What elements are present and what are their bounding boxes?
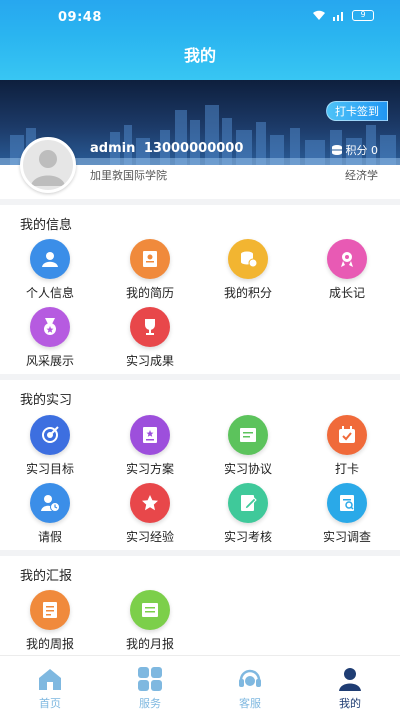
page-title: 我的 (0, 34, 400, 80)
tab-label: 首页 (39, 697, 61, 710)
signal-icon (333, 12, 343, 21)
grid-label: 风采展示 (25, 354, 74, 368)
checkin-button[interactable]: 打卡签到 (326, 101, 388, 121)
grid-item-internship-assessment[interactable]: 实习考核 (208, 483, 288, 547)
grid-label: 打卡 (334, 462, 359, 476)
medal-icon (30, 307, 70, 347)
leave-icon (30, 483, 70, 523)
weekly-report-icon (30, 590, 70, 630)
grid-item-monthly-report[interactable]: 我的月报 (110, 590, 190, 654)
grid-item-internship-survey[interactable]: 实习调查 (307, 483, 387, 547)
default-avatar-icon (31, 150, 65, 186)
grid-item-internship-plan[interactable]: 实习方案 (110, 415, 190, 479)
grid-label: 请假 (37, 530, 62, 544)
grid-label: 实习经验 (125, 530, 174, 544)
grid-item-points[interactable]: 我的积分 (208, 239, 288, 303)
grid-label: 我的周报 (25, 637, 74, 651)
grid-label: 我的月报 (125, 637, 174, 651)
growth-icon (327, 239, 367, 279)
tab-service[interactable]: 服务 (100, 656, 200, 711)
status-icons: 9 (312, 10, 374, 21)
tab-home[interactable]: 首页 (0, 656, 100, 711)
plan-icon (130, 415, 170, 455)
tab-label: 服务 (139, 697, 161, 710)
grid-label: 实习目标 (25, 462, 74, 476)
section-divider (0, 550, 400, 556)
wifi-icon (313, 10, 325, 20)
grid-label: 实习方案 (125, 462, 174, 476)
grid-item-clock-in[interactable]: 打卡 (307, 415, 387, 479)
grid-icon (138, 667, 162, 691)
tab-label: 我的 (339, 697, 361, 710)
section-divider (0, 374, 400, 380)
major-name: 经济学 (345, 169, 378, 182)
section-title-reports: 我的汇报 (20, 569, 73, 584)
section-divider (0, 199, 400, 205)
grid-label: 个人信息 (25, 286, 74, 300)
avatar[interactable] (20, 137, 76, 193)
agreement-icon (228, 415, 268, 455)
grid-item-internship-agreement[interactable]: 实习协议 (208, 415, 288, 479)
grid-label: 实习考核 (223, 530, 272, 544)
username-line: admin 13000000000 (90, 141, 243, 156)
status-bar: 09:48 9 (0, 0, 400, 34)
grid-label: 我的简历 (125, 286, 174, 300)
user-icon (339, 668, 361, 691)
grid-label: 成长记 (328, 286, 365, 300)
person-icon (30, 239, 70, 279)
tab-mine[interactable]: 我的 (300, 656, 400, 711)
target-icon (30, 415, 70, 455)
points-label: 积分 0 (345, 144, 379, 157)
headset-icon (239, 669, 261, 687)
star-icon (130, 483, 170, 523)
grid-item-achievements[interactable]: 实习成果 (110, 307, 190, 371)
grid-item-personal-info[interactable]: 个人信息 (10, 239, 90, 303)
bottom-tab-bar: 首页 服务 客服 我的 (0, 655, 400, 711)
tab-label: 客服 (239, 697, 261, 710)
school-name: 加里敦国际学院 (90, 169, 167, 182)
coin-stack-icon (331, 145, 342, 155)
grid-item-internship-experience[interactable]: 实习经验 (110, 483, 190, 547)
grid-item-showcase[interactable]: 风采展示 (10, 307, 90, 371)
section-title-info: 我的信息 (20, 218, 73, 233)
phone-number: 13000000000 (143, 141, 244, 156)
trophy-icon (130, 307, 170, 347)
grid-label: 实习调查 (322, 530, 371, 544)
clock-in-icon (327, 415, 367, 455)
points-display[interactable]: 积分 0 (331, 142, 379, 158)
section-title-internship: 我的实习 (20, 393, 73, 408)
resume-icon (130, 239, 170, 279)
grid-item-weekly-report[interactable]: 我的周报 (10, 590, 90, 654)
coins-icon (228, 239, 268, 279)
survey-icon (327, 483, 367, 523)
tab-customer-service[interactable]: 客服 (200, 656, 300, 711)
grid-item-resume[interactable]: 我的简历 (110, 239, 190, 303)
profile-card: admin 13000000000 积分 0 加里敦国际学院 经济学 (0, 135, 400, 197)
monthly-report-icon (130, 590, 170, 630)
username: admin (90, 141, 136, 156)
assessment-icon (228, 483, 268, 523)
grid-item-growth[interactable]: 成长记 (307, 239, 387, 303)
grid-label: 我的积分 (223, 286, 272, 300)
home-icon (39, 669, 61, 690)
status-time: 09:48 (58, 10, 102, 25)
grid-label: 实习协议 (223, 462, 272, 476)
grid-item-internship-goal[interactable]: 实习目标 (10, 415, 90, 479)
battery-icon: 9 (352, 10, 374, 21)
grid-label: 实习成果 (125, 354, 174, 368)
grid-item-leave[interactable]: 请假 (10, 483, 90, 547)
